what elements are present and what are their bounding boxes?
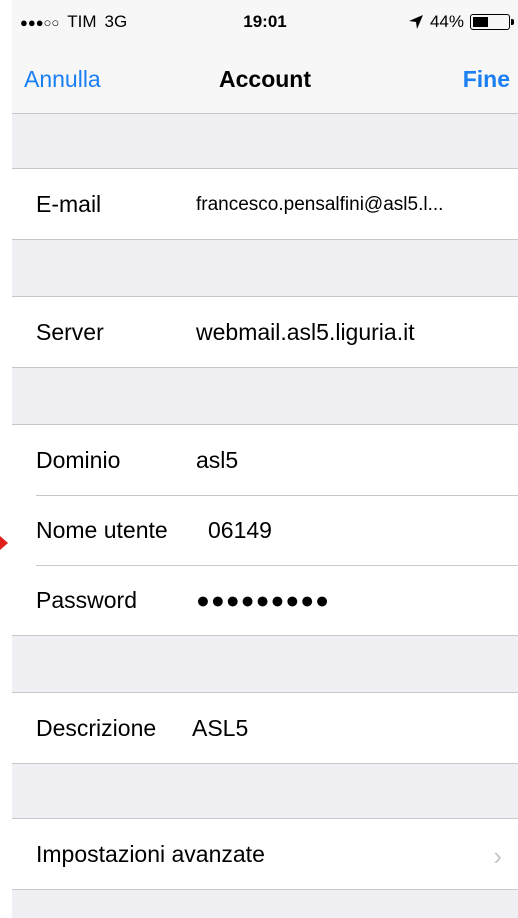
red-arrow-marker: [0, 536, 8, 550]
username-field[interactable]: 06149: [208, 517, 272, 544]
navigation-bar: Annulla Account Fine: [12, 40, 518, 114]
server-group: Server webmail.asl5.liguria.it: [12, 296, 518, 368]
domain-label: Dominio: [36, 447, 121, 473]
server-label: Server: [36, 319, 104, 345]
description-field[interactable]: ASL5: [192, 715, 248, 742]
server-field[interactable]: webmail.asl5.liguria.it: [196, 319, 415, 346]
description-group: Descrizione ASL5: [12, 692, 518, 764]
advanced-group: Impostazioni avanzate ›: [12, 818, 518, 890]
username-label: Nome utente: [36, 517, 168, 543]
description-row[interactable]: Descrizione ASL5: [12, 693, 518, 763]
description-label: Descrizione: [36, 715, 157, 741]
password-label: Password: [36, 587, 137, 613]
status-bar: ●●●○○ TIM 3G 19:01 44%: [12, 0, 518, 40]
email-group: E-mail francesco.pensalfini@asl5.l...: [12, 168, 518, 240]
chevron-right-icon: ›: [493, 841, 502, 871]
password-row[interactable]: Password ●●●●●●●●●: [12, 565, 518, 635]
email-label: E-mail: [36, 191, 102, 217]
domain-row[interactable]: Dominio asl5: [12, 425, 518, 495]
phone-screen: ●●●○○ TIM 3G 19:01 44% Annulla Account F…: [12, 0, 518, 918]
page-title: Account: [219, 66, 311, 92]
battery-icon: [470, 14, 514, 30]
advanced-settings-row[interactable]: Impostazioni avanzate ›: [12, 819, 518, 889]
credentials-group: Dominio asl5 Nome utente 06149 Password …: [12, 424, 518, 636]
battery-percent: 44%: [429, 12, 464, 31]
email-row[interactable]: E-mail francesco.pensalfini@asl5.l...: [12, 169, 518, 239]
username-row[interactable]: Nome utente 06149: [12, 495, 518, 565]
domain-field[interactable]: asl5: [196, 447, 238, 474]
advanced-settings-label: Impostazioni avanzate: [36, 841, 265, 867]
location-arrow-icon: [408, 15, 423, 29]
password-field[interactable]: ●●●●●●●●●: [196, 587, 330, 614]
done-button[interactable]: Fine: [463, 66, 510, 93]
server-row[interactable]: Server webmail.asl5.liguria.it: [12, 297, 518, 367]
email-field[interactable]: francesco.pensalfini@asl5.l...: [196, 194, 443, 216]
